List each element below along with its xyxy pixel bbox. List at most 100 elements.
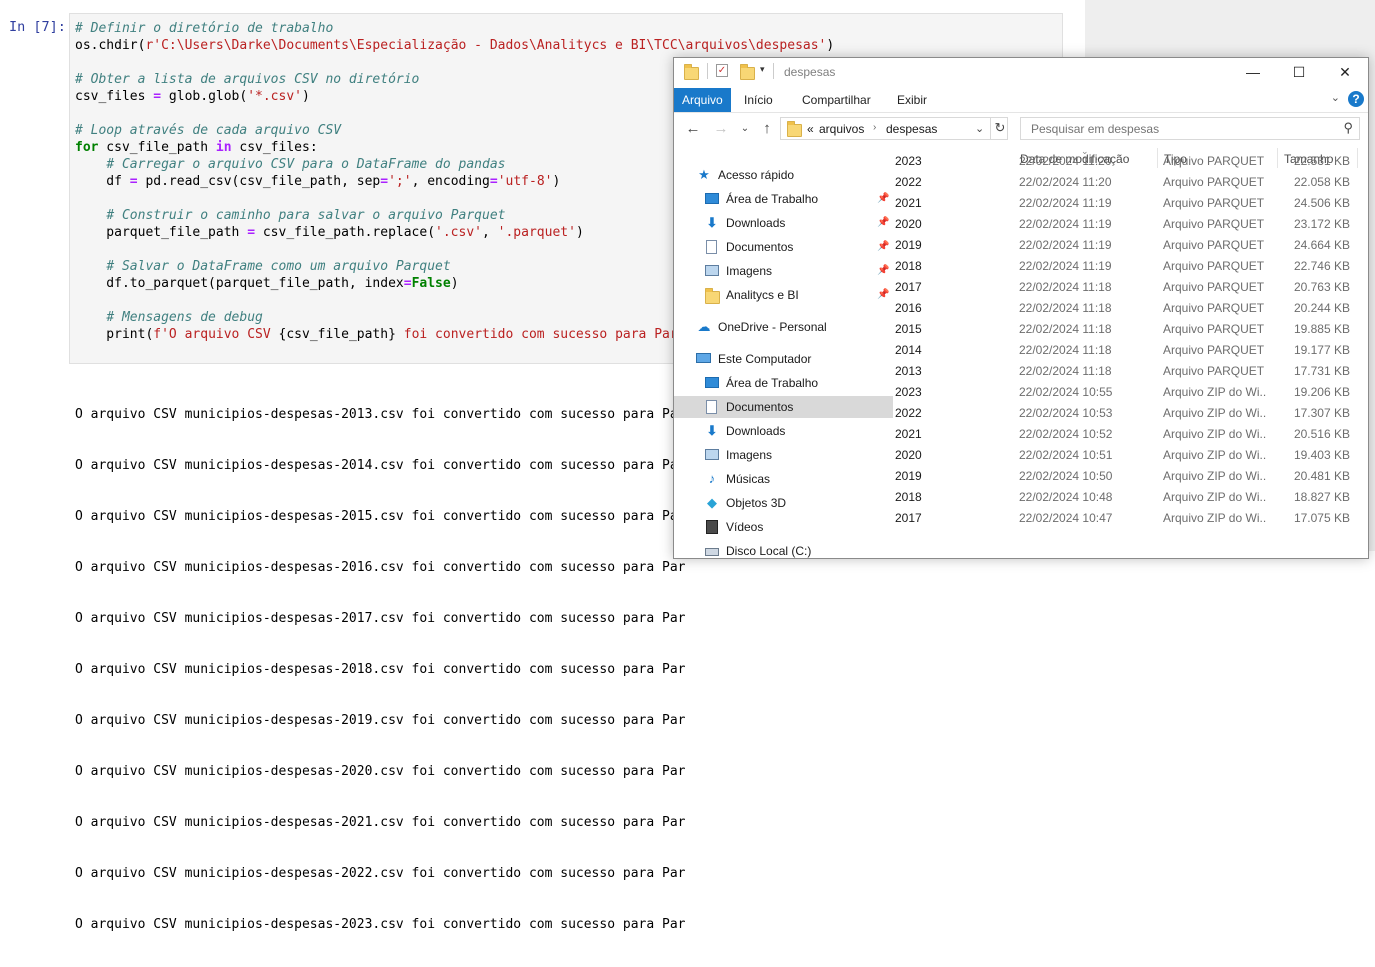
- breadcrumb-arquivos[interactable]: arquivos: [819, 122, 864, 136]
- file-row[interactable]: 2017 22/02/2024 11:18 Arquivo PARQUET 20.76…: [895, 277, 1368, 298]
- nav-label: Disco Local (C:): [726, 544, 812, 558]
- file-row[interactable]: 2019 22/02/2024 11:19 Arquivo PARQUET 24.66…: [895, 235, 1368, 256]
- maximize-button[interactable]: ☐: [1276, 58, 1322, 86]
- nav-item-este-computador[interactable]: Este Computador: [696, 348, 894, 370]
- file-row[interactable]: 2022 22/02/2024 10:53 Arquivo ZIP do Wi...…: [895, 403, 1368, 424]
- chevron-down-icon[interactable]: ⌄: [975, 122, 984, 135]
- nav-item-acesso-rapido[interactable]: ★ Acesso rápido: [696, 164, 894, 186]
- file-size: 17.731 KB: [1293, 364, 1350, 378]
- title-bar[interactable]: ✓ ▾ despesas — ☐ ✕: [674, 58, 1368, 86]
- nav-item-onedrive[interactable]: ☁ OneDrive - Personal: [696, 316, 894, 338]
- toolbar-divider: [707, 63, 708, 79]
- breadcrumb-overflow[interactable]: «: [807, 122, 814, 136]
- file-type: Arquivo ZIP do Wi...: [1163, 406, 1267, 420]
- video-icon: [704, 519, 720, 535]
- file-type: Arquivo PARQUET: [1163, 154, 1265, 168]
- file-date: 22/02/2024 11:18: [1019, 343, 1112, 357]
- customize-toolbar-icon[interactable]: ▾: [760, 64, 765, 75]
- nav-item-videos[interactable]: Vídeos: [704, 516, 894, 538]
- pin-icon[interactable]: 📌: [877, 236, 889, 258]
- file-row[interactable]: 2018 22/02/2024 11:19 Arquivo PARQUET 22.74…: [895, 256, 1368, 277]
- breadcrumb-despesas[interactable]: despesas: [886, 122, 937, 136]
- nav-item-area-de-trabalho[interactable]: Área de Trabalho 📌: [704, 188, 894, 210]
- nav-item-imagens[interactable]: Imagens 📌: [704, 260, 894, 282]
- properties-icon[interactable]: ✓: [716, 64, 728, 77]
- file-date: 22/02/2024 10:52: [1019, 427, 1113, 441]
- nav-label: Vídeos: [726, 520, 764, 534]
- tab-arquivo[interactable]: Arquivo: [674, 88, 731, 112]
- pin-icon[interactable]: 📌: [877, 260, 889, 282]
- pin-icon[interactable]: 📌: [877, 284, 889, 306]
- file-type: Arquivo PARQUET: [1163, 364, 1265, 378]
- file-row[interactable]: 2023 22/02/2024 11:20 Arquivo PARQUET 22.53…: [895, 151, 1368, 172]
- output-line: O arquivo CSV municipios-despesas-2020.c…: [75, 764, 686, 779]
- output-line: O arquivo CSV municipios-despesas-2014.c…: [75, 458, 686, 473]
- file-row[interactable]: 2021 22/02/2024 11:19 Arquivo PARQUET 24.50…: [895, 193, 1368, 214]
- file-row[interactable]: 2023 22/02/2024 10:55 Arquivo ZIP do Wi...…: [895, 382, 1368, 403]
- pin-icon[interactable]: 📌: [877, 212, 889, 234]
- file-type: Arquivo ZIP do Wi...: [1163, 427, 1267, 441]
- address-bar[interactable]: « arquivos › despesas ⌄: [780, 117, 1008, 140]
- file-name: 2018: [895, 259, 922, 273]
- file-type: Arquivo ZIP do Wi...: [1163, 469, 1267, 483]
- nav-label: Documentos: [726, 240, 794, 254]
- nav-item-imagens[interactable]: Imagens: [704, 444, 894, 466]
- file-row[interactable]: 2018 22/02/2024 10:48 Arquivo ZIP do Wi...…: [895, 487, 1368, 508]
- minimize-button[interactable]: —: [1230, 58, 1276, 86]
- tab-exibir[interactable]: Exibir: [889, 88, 935, 112]
- refresh-icon[interactable]: ↻: [990, 117, 1009, 140]
- help-icon[interactable]: ?: [1348, 91, 1364, 107]
- close-button[interactable]: ✕: [1322, 58, 1368, 86]
- nav-item-objetos-3d[interactable]: ◆ Objetos 3D: [704, 492, 894, 514]
- search-icon[interactable]: ⚲: [1343, 120, 1353, 136]
- file-row[interactable]: 2015 22/02/2024 11:18 Arquivo PARQUET 19.88…: [895, 319, 1368, 340]
- file-row[interactable]: 2017 22/02/2024 10:47 Arquivo ZIP do Wi...…: [895, 508, 1368, 529]
- nav-item-downloads[interactable]: ⬇ Downloads 📌: [704, 212, 894, 234]
- file-size: 19.177 KB: [1293, 343, 1350, 357]
- file-row[interactable]: 2020 22/02/2024 10:51 Arquivo ZIP do Wi...…: [895, 445, 1368, 466]
- file-name: 2022: [895, 175, 922, 189]
- star-icon: ★: [698, 166, 710, 182]
- cell-prompt: In [7]:: [9, 19, 66, 35]
- nav-item-musicas[interactable]: ♪ Músicas: [704, 468, 894, 490]
- nav-item-disco-local[interactable]: Disco Local (C:): [704, 540, 894, 558]
- file-date: 22/02/2024 11:19: [1019, 238, 1112, 252]
- tab-inicio[interactable]: Início: [736, 88, 781, 112]
- file-row[interactable]: 2021 22/02/2024 10:52 Arquivo ZIP do Wi...…: [895, 424, 1368, 445]
- nav-label: Acesso rápido: [718, 168, 795, 182]
- pin-icon[interactable]: 📌: [877, 188, 889, 210]
- nav-item-area-de-trabalho[interactable]: Área de Trabalho: [704, 372, 894, 394]
- file-row[interactable]: 2022 22/02/2024 11:20 Arquivo PARQUET 22.05…: [895, 172, 1368, 193]
- nav-item-downloads[interactable]: ⬇ Downloads: [704, 420, 894, 442]
- file-type: Arquivo PARQUET: [1163, 217, 1265, 231]
- recent-locations-icon[interactable]: ⌄: [734, 118, 756, 140]
- file-name: 2021: [895, 427, 922, 441]
- file-name: 2013: [895, 364, 922, 378]
- forward-arrow-icon[interactable]: →: [710, 118, 732, 140]
- file-size: 23.172 KB: [1293, 217, 1350, 231]
- search-box[interactable]: ⚲: [1020, 117, 1360, 140]
- tab-compartilhar[interactable]: Compartilhar: [794, 88, 879, 112]
- file-row[interactable]: 2016 22/02/2024 11:18 Arquivo PARQUET 20.24…: [895, 298, 1368, 319]
- back-arrow-icon[interactable]: ←: [682, 118, 704, 140]
- file-size: 22.058 KB: [1293, 175, 1350, 189]
- nav-item-documentos[interactable]: Documentos 📌: [704, 236, 894, 258]
- nav-item-documentos-selected[interactable]: Documentos: [674, 396, 893, 418]
- search-input[interactable]: [1029, 121, 1333, 137]
- file-type: Arquivo PARQUET: [1163, 238, 1265, 252]
- chevron-down-icon[interactable]: ⌄: [1331, 91, 1340, 104]
- file-size: 20.763 KB: [1293, 280, 1350, 294]
- output-line: O arquivo CSV municipios-despesas-2013.c…: [75, 407, 686, 422]
- file-date: 22/02/2024 11:20: [1019, 154, 1112, 168]
- cube-icon: ◆: [707, 494, 717, 510]
- nav-label: Objetos 3D: [726, 496, 787, 510]
- file-row[interactable]: 2014 22/02/2024 11:18 Arquivo PARQUET 19.17…: [895, 340, 1368, 361]
- up-arrow-icon[interactable]: ↑: [756, 118, 778, 140]
- nav-item-analitycs-e-bi[interactable]: Analitycs e BI 📌: [704, 284, 894, 306]
- navigation-bar: ← → ⌄ ↑ « arquivos › despesas ⌄ ↻ ⚲: [674, 116, 1368, 142]
- file-row[interactable]: 2019 22/02/2024 10:50 Arquivo ZIP do Wi...…: [895, 466, 1368, 487]
- nav-label: Este Computador: [718, 352, 812, 366]
- file-row[interactable]: 2020 22/02/2024 11:19 Arquivo PARQUET 23.17…: [895, 214, 1368, 235]
- file-date: 22/02/2024 10:51: [1019, 448, 1113, 462]
- file-row[interactable]: 2013 22/02/2024 11:18 Arquivo PARQUET 17.73…: [895, 361, 1368, 382]
